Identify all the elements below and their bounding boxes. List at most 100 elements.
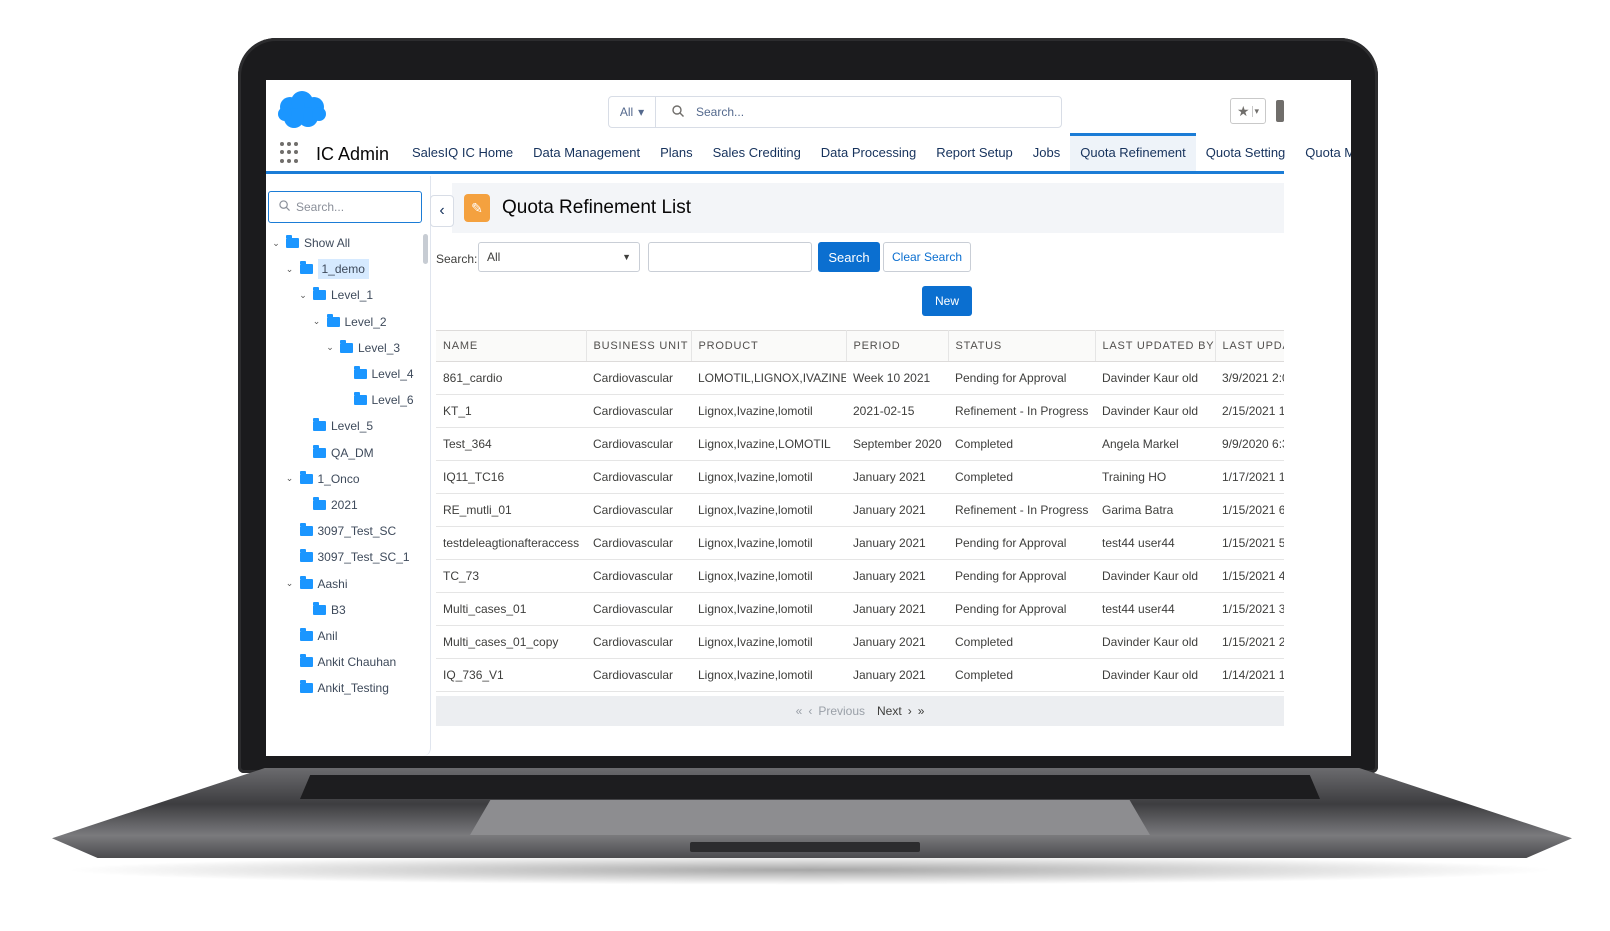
tree-node[interactable]: ⌄ Level_1 [297,284,373,306]
table-cell: Lignox,Ivazine,lomotil [691,394,846,428]
tab-jobs[interactable]: Jobs [1023,133,1070,171]
tab-plans[interactable]: Plans [650,133,703,171]
chevron-down-icon[interactable]: ⌄ [297,290,309,301]
table-cell[interactable]: 861_cardio [436,361,586,395]
tree-node[interactable]: ⌄ Aashi [284,573,348,595]
table-row[interactable]: 861_cardio Cardiovascular LOMOTIL,LIGNOX,I… [436,361,1284,395]
tree-node[interactable]: Level_5 [297,415,373,437]
tab-report-setup[interactable]: Report Setup [926,133,1023,171]
tree-node[interactable]: B3 [297,599,346,621]
global-search[interactable]: All ▾ Search... [608,96,1062,128]
clear-search-button[interactable]: Clear Search [883,242,971,272]
table-cell[interactable]: Multi_cases_01_copy [436,625,586,659]
laptop-shadow [60,855,1560,885]
table-row[interactable]: IQ11_TC16 Cardiovascular Lignox,Ivazine,lo… [436,460,1284,494]
table-cell[interactable]: KT_1 [436,394,586,428]
column-header[interactable]: BUSINESS UNIT [586,330,692,362]
tab-quota-setting[interactable]: Quota Setting [1196,133,1296,171]
tab-data-management[interactable]: Data Management [523,133,650,171]
table-cell[interactable]: IQ11_TC16 [436,460,586,494]
table-row[interactable]: TC_73 Cardiovascular Lignox,Ivazine,lomoti… [436,559,1284,593]
table-cell[interactable]: IQ_736_V1 [436,658,586,692]
tree-node[interactable]: 3097_Test_SC_1 [284,546,410,568]
laptop-hinge [690,842,920,852]
favorites-button[interactable]: ★ ▾ [1230,98,1266,124]
tree-node[interactable]: 3097_Test_SC [284,520,396,542]
tab-quota-refinement[interactable]: Quota Refinement [1070,133,1196,171]
filter-field-select[interactable]: All ▼ [478,242,640,272]
table-cell[interactable]: RE_mutli_01 [436,493,586,527]
table-cell: Training HO [1095,460,1215,494]
tree-node[interactable]: ⌄ Level_3 [324,337,400,359]
app-launcher-icon[interactable] [280,142,302,164]
table-cell: Lignox,Ivazine,lomotil [691,559,846,593]
table-cell[interactable]: Multi_cases_01 [436,592,586,626]
chevron-down-icon[interactable]: ⌄ [284,578,296,589]
tree-node[interactable]: ⌄ Level_2 [311,311,387,333]
chevron-down-icon[interactable]: ⌄ [311,316,323,327]
table-cell: Completed [948,460,1095,494]
table-cell: Cardiovascular [586,658,691,692]
table-row[interactable]: Test_364 Cardiovascular Lignox,Ivazine,LOM… [436,427,1284,461]
table-row[interactable]: KT_1 Cardiovascular Lignox,Ivazine,lomotil… [436,394,1284,428]
table-row[interactable]: testdeleagtionafteraccess Cardiovascular L… [436,526,1284,560]
table-cell[interactable]: testdeleagtionafteraccess [436,526,586,560]
chevron-down-icon[interactable]: ⌄ [270,238,282,249]
last-page-icon[interactable]: » [918,704,925,718]
table-cell[interactable]: Test_364 [436,427,586,461]
tree-node[interactable]: Ankit Chauhan [284,651,396,673]
chevron-down-icon[interactable]: ⌄ [284,473,296,484]
global-actions-icon[interactable] [1276,100,1284,122]
column-header[interactable]: LAST UPDATED BY [1095,330,1216,362]
tree-search-input[interactable]: Search... [268,191,422,223]
filter-text-input[interactable] [648,242,812,272]
table-row[interactable]: Multi_cases_01 Cardiovascular Lignox,Ivazi… [436,592,1284,626]
table-cell: Cardiovascular [586,493,691,527]
column-header[interactable]: LAST UPDATED [1215,330,1284,362]
table-row[interactable]: Multi_cases_01_copy Cardiovascular Lignox,… [436,625,1284,659]
folder-icon [299,549,313,563]
tree-node[interactable]: Level_6 [338,389,414,411]
tree-node[interactable]: ⌄ 1_Onco [284,468,360,490]
table-cell: LOMOTIL,LIGNOX,IVAZINE [691,361,846,395]
chevron-down-icon[interactable]: ⌄ [324,342,336,353]
tree-node[interactable]: Level_4 [338,363,414,385]
tab-salesiq-ic-home[interactable]: SalesIQ IC Home [402,133,523,171]
folder-icon [299,628,313,641]
tree-node[interactable]: 2021 [297,494,358,516]
collapse-sidebar-button[interactable]: ‹ [430,195,454,227]
column-header[interactable]: STATUS [948,330,1096,362]
caret-down-icon: ▾ [638,105,645,119]
tab-sales-crediting[interactable]: Sales Crediting [703,133,811,171]
column-header[interactable]: NAME [436,330,587,362]
next-button[interactable]: Next [877,704,902,718]
star-icon: ★ [1236,102,1250,119]
table-cell: 1/15/2021 3: [1215,592,1284,626]
table-row[interactable]: RE_mutli_01 Cardiovascular Lignox,Ivazine,… [436,493,1284,527]
folder-icon [299,680,313,694]
column-header[interactable]: PRODUCT [691,330,847,362]
table-cell: Cardiovascular [586,592,691,626]
table-cell: Cardiovascular [586,559,691,593]
tab-quota-master[interactable]: Quota Master [1295,133,1351,171]
search-button[interactable]: Search [818,242,880,272]
tab-data-processing[interactable]: Data Processing [811,133,926,171]
table-cell: Pending for Approval [948,592,1095,626]
chevron-down-icon[interactable]: ⌄ [284,264,296,275]
tree-node[interactable]: ⌄ 1_demo [284,258,369,280]
table-cell: Angela Markel [1095,427,1215,461]
global-search-input[interactable]: Search... [696,105,744,119]
table-cell[interactable]: TC_73 [436,559,586,593]
tree-node[interactable]: ⌄ Show All [270,232,350,254]
sidebar-scrollbar[interactable] [423,234,428,264]
salesforce-cloud-logo[interactable] [276,90,328,132]
tree-node[interactable]: Ankit_Testing [284,677,389,699]
search-scope-dropdown[interactable]: All ▾ [609,97,656,127]
tree-node[interactable]: Anil [284,625,338,647]
laptop-keyboard [300,775,1320,799]
table-row[interactable]: IQ_736_V1 Cardiovascular Lignox,Ivazine,lo… [436,658,1284,692]
next-icon[interactable]: › [908,704,912,718]
column-header[interactable]: PERIOD [846,330,949,362]
tree-node[interactable]: QA_DM [297,442,374,464]
new-button[interactable]: New [922,286,972,316]
